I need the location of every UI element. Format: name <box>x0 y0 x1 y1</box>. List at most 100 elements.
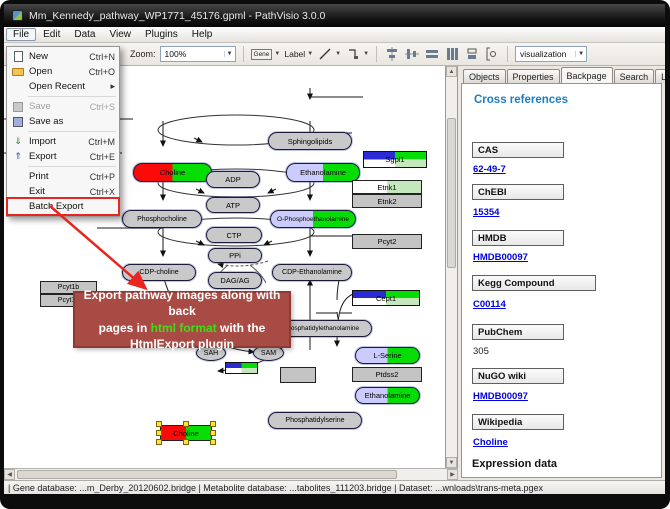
menu-file[interactable]: File <box>6 28 36 41</box>
resize-handle[interactable] <box>156 439 162 445</box>
node-phosphocholine[interactable]: Phosphocholine <box>122 210 202 228</box>
menu-item-print[interactable]: PrintCtrl+P <box>8 169 118 184</box>
node-cdp-choline[interactable]: CDP-choline <box>122 264 196 281</box>
horizontal-scroll-thumb[interactable] <box>17 470 397 479</box>
toolbar-separator <box>243 46 244 62</box>
resize-handle[interactable] <box>183 421 189 427</box>
scroll-left-button[interactable]: ◀ <box>4 469 15 480</box>
line-tool-button[interactable]: ▼ <box>317 46 341 62</box>
title-bar[interactable]: Mm_Kennedy_pathway_WP1771_45176.gpml - P… <box>4 4 665 27</box>
connector-tool-button[interactable]: ▼ <box>345 46 369 62</box>
node-ppi[interactable]: PPi <box>208 248 262 263</box>
zoom-combobox[interactable]: 100%▼ <box>160 46 236 62</box>
side-panel: Objects Properties Backpage Search Legen… <box>458 66 665 480</box>
menu-item-save-as[interactable]: Save as <box>8 114 118 129</box>
distribute-vertical-icon[interactable] <box>444 47 460 62</box>
menu-view[interactable]: View <box>102 28 138 41</box>
resize-handle[interactable] <box>156 421 162 427</box>
toolbar-separator <box>507 46 508 62</box>
xref-link-wikipedia[interactable]: Choline <box>473 437 508 448</box>
backpage-panel: Cross references CAS 62-49-7 ChEBI 15354… <box>461 83 662 478</box>
status-bar: | Gene database: ...m_Derby_20120602.bri… <box>4 480 665 494</box>
tab-backpage[interactable]: Backpage <box>561 67 613 83</box>
group-icon[interactable] <box>484 47 500 62</box>
menu-item-save[interactable]: SaveCtrl+S <box>8 99 118 114</box>
chevron-down-icon: ▼ <box>363 51 369 57</box>
tab-objects[interactable]: Objects <box>463 69 506 83</box>
menu-item-batch-export[interactable]: Batch Export <box>8 199 118 214</box>
node-sphingolipids[interactable]: Sphingolipids <box>268 132 352 150</box>
canvas-vertical-scrollbar[interactable]: ▲ ▼ <box>446 66 458 468</box>
gene-node-sgpl1[interactable]: Sgpl1 <box>363 151 427 168</box>
node-l-serine[interactable]: L-Serine <box>355 347 420 364</box>
resize-handle[interactable] <box>210 439 216 445</box>
node-choline-selected[interactable]: Choline <box>156 421 216 445</box>
distribute-horizontal-icon[interactable] <box>424 47 440 62</box>
chevron-down-icon: ▼ <box>224 51 233 57</box>
section-header-hmdb: HMDB <box>472 230 564 246</box>
menu-item-exit[interactable]: ExitCtrl+X <box>8 184 118 199</box>
section-header-cas: CAS <box>472 142 564 158</box>
node-choline[interactable]: Choline <box>133 163 212 182</box>
line-icon <box>317 47 333 62</box>
gene-node-pcyt2[interactable]: Pcyt2 <box>352 234 422 249</box>
gene-node-etnk2[interactable]: Etnk2 <box>352 194 422 208</box>
menu-item-import[interactable]: ⇓ ImportCtrl+M <box>8 134 118 149</box>
new-file-icon <box>14 51 23 62</box>
node-phosphatidylserine[interactable]: Phosphatidylserine <box>268 412 362 429</box>
scroll-up-button[interactable]: ▲ <box>446 66 457 77</box>
resize-handle[interactable] <box>210 430 216 436</box>
xref-link-cas[interactable]: 62-49-7 <box>473 164 506 175</box>
expression-data-heading: Expression data <box>472 458 557 470</box>
visualization-combobox[interactable]: visualization▼ <box>515 46 587 62</box>
tab-legend[interactable]: Legend <box>655 69 665 83</box>
gene-node-ptdss2[interactable]: Ptdss2 <box>352 367 422 382</box>
menu-item-open[interactable]: OpenCtrl+O <box>8 64 118 79</box>
menu-item-export[interactable]: ⇑ ExportCtrl+E <box>8 149 118 164</box>
section-header-kegg: Kegg Compound <box>472 275 596 291</box>
resize-handle[interactable] <box>183 439 189 445</box>
node-ethanolamine-2[interactable]: Ethanolamine <box>355 387 420 404</box>
label-tool-button[interactable]: Label▼ <box>284 46 313 62</box>
xref-link-hmdb[interactable]: HMDB00097 <box>473 252 528 263</box>
gene-node-cept1[interactable]: Cept1 <box>352 290 420 306</box>
align-center-icon[interactable] <box>384 47 400 62</box>
gene-node-etnk1[interactable]: Etnk1 <box>352 180 422 194</box>
annotation-callout: Export pathway images along with back pa… <box>73 291 291 348</box>
chevron-down-icon: ▼ <box>274 51 280 57</box>
menu-item-new[interactable]: NewCtrl+N <box>8 49 118 64</box>
align-middle-icon[interactable] <box>404 47 420 62</box>
menu-plugins[interactable]: Plugins <box>138 28 185 41</box>
scroll-right-button[interactable]: ▶ <box>447 469 458 480</box>
node-o-phosphoethanolamine[interactable]: O-Phosphoethanolamine <box>270 210 356 228</box>
node-ethanolamine[interactable]: Ethanolamine <box>286 163 360 182</box>
canvas-horizontal-scrollbar[interactable]: ◀ ▶ <box>4 468 458 480</box>
node-ctp[interactable]: CTP <box>206 227 262 243</box>
xref-link-chebi[interactable]: 15354 <box>473 207 499 218</box>
tab-search[interactable]: Search <box>614 69 655 83</box>
menu-data[interactable]: Data <box>67 28 102 41</box>
gene-tool-button[interactable]: Gene▼ <box>251 46 281 62</box>
stack-icon[interactable] <box>464 47 480 62</box>
window-frame: Mm_Kennedy_pathway_WP1771_45176.gpml - P… <box>0 0 670 509</box>
menu-help[interactable]: Help <box>185 28 220 41</box>
chevron-down-icon: ▼ <box>307 51 313 57</box>
gene-node-partially-hidden[interactable] <box>280 367 316 383</box>
node-atp[interactable]: ATP <box>206 197 260 213</box>
node-cdp-ethanolamine[interactable]: CDP-Ethanolamine <box>272 264 352 281</box>
menu-edit[interactable]: Edit <box>36 28 67 41</box>
menu-bar: File Edit Data View Plugins Help <box>4 27 665 43</box>
xref-link-kegg[interactable]: C00114 <box>473 299 506 310</box>
node-adp[interactable]: ADP <box>206 171 260 188</box>
status-text: | Gene database: ...m_Derby_20120602.bri… <box>8 483 543 493</box>
resize-handle[interactable] <box>210 421 216 427</box>
menu-separator <box>28 166 116 167</box>
xref-link-nugo[interactable]: HMDB00097 <box>473 391 528 402</box>
gene-node-hidden[interactable] <box>225 362 258 374</box>
vertical-scroll-thumb[interactable] <box>447 118 456 268</box>
resize-handle[interactable] <box>156 430 162 436</box>
scroll-down-button[interactable]: ▼ <box>446 457 457 468</box>
menu-item-open-recent[interactable]: Open Recent ▸ <box>8 79 118 94</box>
tab-properties[interactable]: Properties <box>507 69 560 83</box>
section-header-chebi: ChEBI <box>472 184 564 200</box>
